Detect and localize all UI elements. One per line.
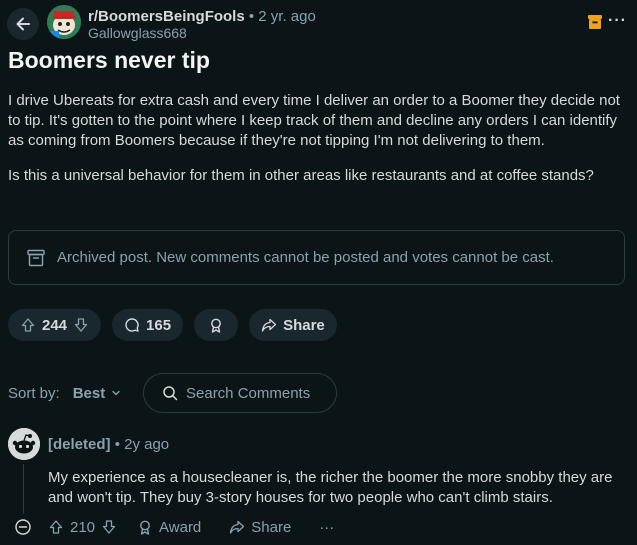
- collapse-icon[interactable]: [14, 518, 32, 536]
- comment-icon: [125, 318, 139, 332]
- search-comments-input[interactable]: Search Comments: [143, 373, 337, 413]
- comment-author: [deleted]: [48, 436, 111, 453]
- comment-body: My experience as a housecleaner is, the …: [48, 469, 613, 506]
- reddit-snoo-icon: [8, 428, 40, 460]
- sort-row: Sort by: Best: [8, 373, 121, 413]
- post-body: I drive Ubereats for extra cash and ever…: [8, 91, 633, 201]
- archive-box-icon: [27, 249, 45, 266]
- share-label: Share: [283, 316, 325, 334]
- post-action-bar: 244 165 Share: [8, 309, 337, 341]
- comment-time: • 2y ago: [114, 436, 170, 453]
- subreddit-line: r/BoomersBeingFools • 2 yr. ago: [88, 8, 316, 25]
- downvote-icon[interactable]: [73, 317, 89, 333]
- downvote-icon[interactable]: [101, 519, 117, 535]
- share-icon: [261, 318, 277, 332]
- award-icon: [140, 520, 150, 535]
- search-placeholder: Search Comments: [186, 384, 311, 402]
- archived-notice-text: Archived post. New comments cannot be po…: [57, 249, 554, 266]
- upvote-icon[interactable]: [48, 519, 64, 535]
- chevron-down-icon: [112, 390, 120, 396]
- comment-vote: 210: [48, 519, 117, 536]
- share-icon: [230, 520, 245, 534]
- comment-share-label: Share: [251, 518, 292, 536]
- sort-value: Best: [72, 384, 106, 402]
- more-options-icon[interactable]: ···: [608, 12, 627, 30]
- archive-icon: [588, 15, 602, 29]
- sort-dropdown[interactable]: Best: [73, 385, 122, 402]
- vote-pill: 244: [8, 309, 102, 341]
- search-icon: [163, 386, 178, 401]
- subreddit-avatar[interactable]: [47, 5, 81, 39]
- comment-vote-count: 210: [70, 518, 96, 536]
- comment-share-button[interactable]: Share: [229, 519, 291, 536]
- comment-avatar: [8, 428, 40, 460]
- subreddit-avatar-icon: [47, 5, 81, 39]
- award-button[interactable]: [194, 309, 239, 341]
- comments-button[interactable]: 165: [112, 309, 184, 341]
- post-body-paragraph: Is this a universal behavior for them in…: [8, 167, 594, 184]
- thread-line[interactable]: [23, 464, 24, 514]
- back-button[interactable]: [7, 8, 39, 40]
- comment-meta: [deleted] • 2y ago: [48, 436, 169, 453]
- vote-count: 244: [42, 316, 68, 334]
- post-body-paragraph: I drive Ubereats for extra cash and ever…: [8, 92, 620, 149]
- sort-label: Sort by:: [8, 384, 60, 402]
- award-icon: [211, 318, 221, 333]
- comment-award-button[interactable]: Award: [137, 519, 201, 536]
- archived-notice: Archived post. New comments cannot be po…: [8, 230, 625, 285]
- post-time: • 2 yr. ago: [248, 8, 316, 25]
- arrow-left-icon: [16, 17, 30, 31]
- upvote-icon[interactable]: [20, 317, 36, 333]
- share-button[interactable]: Share: [249, 309, 337, 341]
- comment-count: 165: [146, 316, 172, 334]
- post-header: r/BoomersBeingFools • 2 yr. ago Gallowgl…: [0, 0, 637, 46]
- comment-award-label: Award: [159, 518, 202, 536]
- post-title: Boomers never tip: [8, 47, 210, 73]
- subreddit-name[interactable]: r/BoomersBeingFools: [88, 8, 245, 25]
- comment-more-button[interactable]: ···: [319, 519, 334, 536]
- post-author[interactable]: Gallowglass668: [88, 25, 187, 41]
- comment-action-bar: 210 Award Share ···: [14, 517, 334, 537]
